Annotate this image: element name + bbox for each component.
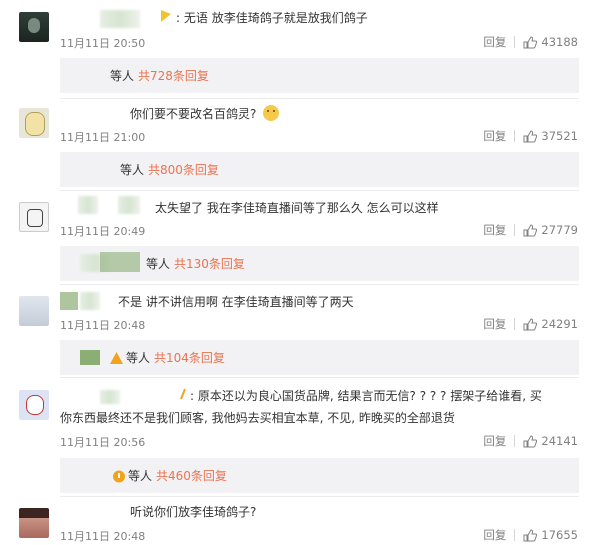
divider xyxy=(514,435,516,447)
divider xyxy=(60,98,579,99)
divider xyxy=(514,36,516,48)
comment-time: 11月11日 20:50 xyxy=(60,37,146,50)
blurred-username xyxy=(100,390,120,404)
blurred-username xyxy=(78,196,98,214)
divider xyxy=(514,224,516,236)
warning-icon xyxy=(180,386,186,400)
reply-summary[interactable]: 等人 共800条回复 xyxy=(60,152,579,187)
like-count: 17655 xyxy=(541,528,578,542)
reply-prefix: 等人 xyxy=(146,257,171,271)
like-icon xyxy=(523,129,538,142)
reply-summary[interactable]: 等人 共460条回复 xyxy=(60,458,579,493)
comment-time: 11月11日 21:00 xyxy=(60,131,146,144)
reply-button[interactable]: 回复 xyxy=(483,128,506,144)
like-button[interactable]: 24141 xyxy=(523,434,578,448)
divider xyxy=(60,284,579,285)
reply-button[interactable]: 回复 xyxy=(483,433,506,449)
more-replies-link[interactable]: 共460条回复 xyxy=(156,467,227,484)
like-icon xyxy=(523,434,538,447)
divider xyxy=(514,529,516,541)
blurred-username xyxy=(118,196,140,214)
avatar[interactable] xyxy=(19,12,49,42)
avatar[interactable] xyxy=(19,508,49,538)
reply-button[interactable]: 回复 xyxy=(483,316,506,332)
like-count: 37521 xyxy=(541,129,578,143)
reply-button[interactable]: 回复 xyxy=(483,34,506,50)
more-replies-link[interactable]: 共104条回复 xyxy=(154,349,225,366)
divider xyxy=(514,130,516,142)
like-count: 24141 xyxy=(541,434,578,448)
like-count: 24291 xyxy=(541,317,578,331)
comment-text-line2: 你东西最终还不是我们顾客, 我他妈去买相宜本草, 不见, 昨晚买的全部退货 xyxy=(60,411,455,425)
reply-prefix: 等人 xyxy=(110,69,135,83)
like-button[interactable]: 27779 xyxy=(523,223,578,237)
avatar[interactable] xyxy=(19,202,49,232)
avatar[interactable] xyxy=(19,108,49,138)
warning-icon xyxy=(160,8,172,22)
emoji-thinking-icon xyxy=(263,105,280,121)
blurred-username xyxy=(100,10,140,28)
divider xyxy=(60,190,579,191)
like-icon xyxy=(523,317,538,330)
like-icon xyxy=(523,528,538,541)
like-icon xyxy=(523,35,538,48)
reply-summary[interactable]: 等人 共104条回复 xyxy=(60,340,579,375)
reply-prefix: 等人 xyxy=(120,163,145,177)
comment-text: 听说你们放李佳琦鸽子? xyxy=(130,505,257,519)
like-count: 27779 xyxy=(541,223,578,237)
divider xyxy=(60,496,579,497)
avatar[interactable] xyxy=(19,390,49,420)
comment-time: 11月11日 20:49 xyxy=(60,225,146,238)
blurred-username xyxy=(80,292,100,310)
blurred-username xyxy=(80,350,100,365)
comment-text: 太失望了 我在李佳琦直播间等了那么久 怎么可以这样 xyxy=(155,201,439,215)
comment-text-line1: 原本还以为良心国货品牌, 结果言而无信? ? ? ? 摆架子给谁看, 买 xyxy=(197,389,542,403)
divider xyxy=(60,377,579,378)
warning-icon xyxy=(110,351,123,364)
like-icon xyxy=(523,223,538,236)
like-count: 43188 xyxy=(541,35,578,49)
reply-summary[interactable]: 等人 共728条回复 xyxy=(60,58,579,93)
reply-button[interactable]: 回复 xyxy=(483,222,506,238)
more-replies-link[interactable]: 共800条回复 xyxy=(148,161,219,178)
more-replies-link[interactable]: 共728条回复 xyxy=(138,67,209,84)
divider xyxy=(514,318,516,330)
reply-summary[interactable]: 等人 共130条回复 xyxy=(60,246,579,281)
comment-text: 你们要不要改名百鸽灵? xyxy=(130,107,257,121)
comment-time: 11月11日 20:48 xyxy=(60,319,146,332)
comment-time: 11月11日 20:56 xyxy=(60,436,146,449)
more-replies-link[interactable]: 共130条回复 xyxy=(174,255,245,272)
comment-text: 无语 放李佳琦鸽子就是放我们鸽子 xyxy=(183,11,368,25)
comment-text: 不是 讲不讲信用啊 在李佳琦直播间等了两天 xyxy=(118,295,354,309)
reply-prefix: 等人 xyxy=(128,469,153,483)
like-button[interactable]: 37521 xyxy=(523,129,578,143)
like-button[interactable]: 17655 xyxy=(523,528,578,542)
avatar[interactable] xyxy=(19,296,49,326)
reply-button[interactable]: 回复 xyxy=(483,527,506,543)
like-button[interactable]: 24291 xyxy=(523,317,578,331)
blurred-username xyxy=(100,252,140,272)
blurred-username xyxy=(60,292,78,310)
like-button[interactable]: 43188 xyxy=(523,35,578,49)
warning-icon xyxy=(112,470,125,482)
reply-prefix: 等人 xyxy=(126,351,151,365)
comment-time: 11月11日 20:48 xyxy=(60,530,146,543)
